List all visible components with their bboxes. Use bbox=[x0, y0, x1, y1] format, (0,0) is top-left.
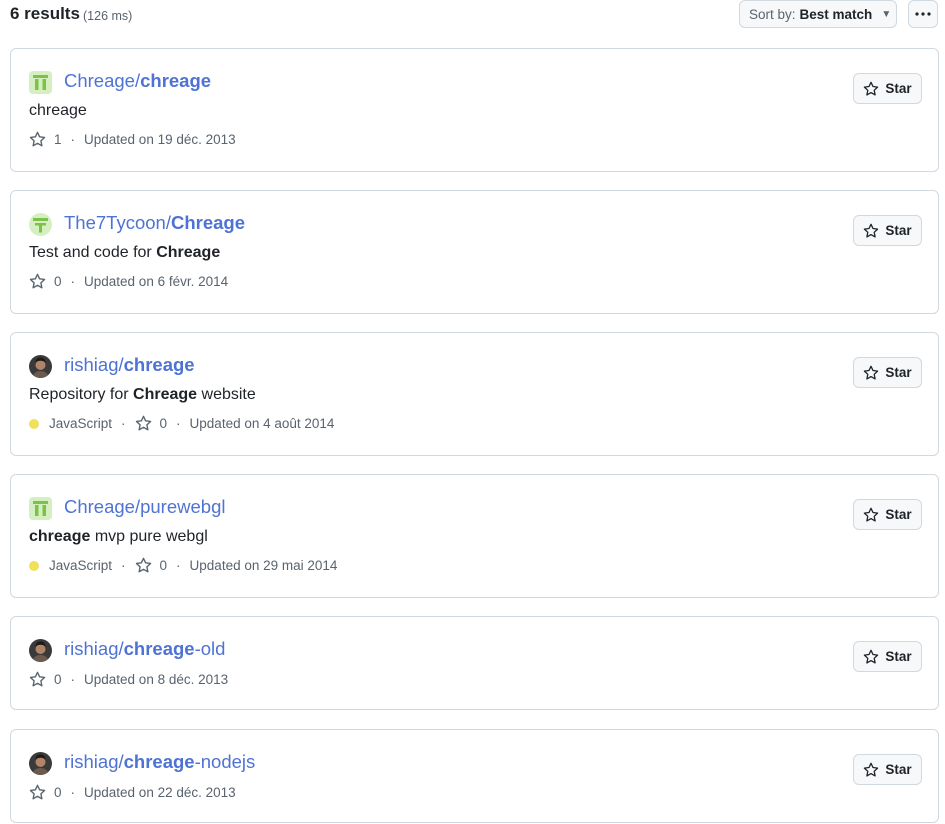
separator: · bbox=[176, 558, 181, 573]
repo-meta: 0 · Updated on 22 déc. 2013 bbox=[29, 784, 236, 801]
language-label: JavaScript bbox=[49, 558, 113, 573]
repo-meta: JavaScript · 0 · Updated on 4 août 2014 bbox=[29, 415, 334, 432]
star-button[interactable]: Star bbox=[853, 73, 922, 104]
star-button[interactable]: Star bbox=[853, 357, 922, 388]
user-avatar bbox=[29, 355, 52, 378]
star-icon bbox=[864, 81, 879, 96]
repo-description: chreage bbox=[29, 102, 87, 119]
separator: · bbox=[70, 132, 76, 147]
repo-link[interactable]: rishiag/chreage bbox=[64, 354, 195, 376]
star-button-label: Star bbox=[885, 365, 912, 380]
repo-meta: 0 · Updated on 6 févr. 2014 bbox=[29, 273, 228, 290]
repo-link[interactable]: Chreage/purewebgl bbox=[64, 496, 225, 518]
separator: · bbox=[176, 416, 181, 431]
repo-meta: JavaScript · 0 · Updated on 29 mai 2014 bbox=[29, 557, 337, 574]
repo-link[interactable]: The7Tycoon/Chreage bbox=[64, 212, 245, 234]
repo-link[interactable]: Chreage/chreage bbox=[64, 70, 211, 92]
separator: · bbox=[121, 558, 126, 573]
star-count[interactable]: 1 bbox=[54, 132, 62, 147]
language-color-dot bbox=[29, 560, 39, 571]
result-card: The7Tycoon/Chreage Test and code for Chr… bbox=[10, 190, 939, 314]
separator: · bbox=[70, 274, 76, 289]
star-icon bbox=[864, 507, 879, 522]
updated-date: Updated on 4 août 2014 bbox=[189, 416, 335, 431]
org-avatar bbox=[29, 497, 52, 520]
results-time: (126 ms) bbox=[83, 9, 133, 23]
star-button[interactable]: Star bbox=[853, 754, 922, 785]
repo-link[interactable]: rishiag/chreage-nodejs bbox=[64, 751, 255, 773]
star-icon[interactable] bbox=[135, 415, 152, 432]
sort-value: Best match bbox=[799, 6, 873, 22]
separator: · bbox=[70, 785, 76, 800]
star-count[interactable]: 0 bbox=[160, 416, 168, 431]
updated-date: Updated on 19 déc. 2013 bbox=[84, 132, 236, 147]
sort-dropdown[interactable]: Sort by: Best match ▼ bbox=[739, 0, 897, 28]
result-card: rishiag/chreage-nodejs 0 · Updated on 22… bbox=[10, 729, 939, 823]
star-icon[interactable] bbox=[29, 784, 46, 801]
result-card: rishiag/chreage-old 0 · Updated on 8 déc… bbox=[10, 616, 939, 710]
result-card: Chreage/chreage chreage 1 · Updated on 1… bbox=[10, 48, 939, 172]
language-label: JavaScript bbox=[49, 416, 113, 431]
updated-date: Updated on 6 févr. 2014 bbox=[84, 274, 229, 289]
star-button[interactable]: Star bbox=[853, 215, 922, 246]
user-avatar bbox=[29, 639, 52, 662]
star-count[interactable]: 0 bbox=[160, 558, 168, 573]
star-icon bbox=[864, 365, 879, 380]
results-header: 6 results (126 ms) Sort by: Best match ▼ bbox=[10, 0, 940, 30]
user-avatar bbox=[29, 752, 52, 775]
separator: · bbox=[70, 672, 76, 687]
updated-date: Updated on 29 mai 2014 bbox=[189, 558, 338, 573]
star-icon[interactable] bbox=[29, 131, 46, 148]
repo-description: chreage mvp pure webgl bbox=[29, 528, 208, 545]
star-icon[interactable] bbox=[29, 671, 46, 688]
repo-description: Test and code for Chreage bbox=[29, 244, 221, 261]
repo-description: Repository for Chreage website bbox=[29, 386, 256, 403]
star-count[interactable]: 0 bbox=[54, 785, 62, 800]
star-button[interactable]: Star bbox=[853, 499, 922, 530]
star-button-label: Star bbox=[885, 762, 912, 777]
language-color-dot bbox=[29, 418, 39, 429]
star-button-label: Star bbox=[885, 649, 912, 664]
repo-meta: 1 · Updated on 19 déc. 2013 bbox=[29, 131, 236, 148]
star-icon bbox=[864, 649, 879, 664]
star-button[interactable]: Star bbox=[853, 641, 922, 672]
more-options-button[interactable] bbox=[908, 0, 938, 28]
repo-meta: 0 · Updated on 8 déc. 2013 bbox=[29, 671, 228, 688]
star-icon bbox=[864, 762, 879, 777]
star-icon bbox=[864, 223, 879, 238]
star-button-label: Star bbox=[885, 223, 912, 238]
updated-date: Updated on 22 déc. 2013 bbox=[84, 785, 236, 800]
star-count[interactable]: 0 bbox=[54, 274, 62, 289]
caret-down-icon: ▼ bbox=[881, 8, 892, 20]
star-button-label: Star bbox=[885, 81, 912, 96]
kebab-horizontal-icon bbox=[915, 12, 931, 16]
result-card: Chreage/purewebgl chreage mvp pure webgl… bbox=[10, 474, 939, 598]
org-avatar bbox=[29, 71, 52, 94]
repo-link[interactable]: rishiag/chreage-old bbox=[64, 638, 225, 660]
results-count: 6 results bbox=[10, 4, 80, 23]
star-icon[interactable] bbox=[135, 557, 152, 574]
separator: · bbox=[121, 416, 126, 431]
updated-date: Updated on 8 déc. 2013 bbox=[84, 672, 229, 687]
star-count[interactable]: 0 bbox=[54, 672, 62, 687]
result-card: rishiag/chreage Repository for Chreage w… bbox=[10, 332, 939, 456]
star-icon[interactable] bbox=[29, 273, 46, 290]
user-avatar bbox=[29, 213, 52, 236]
star-button-label: Star bbox=[885, 507, 912, 522]
sort-label: Sort by: bbox=[749, 6, 796, 22]
